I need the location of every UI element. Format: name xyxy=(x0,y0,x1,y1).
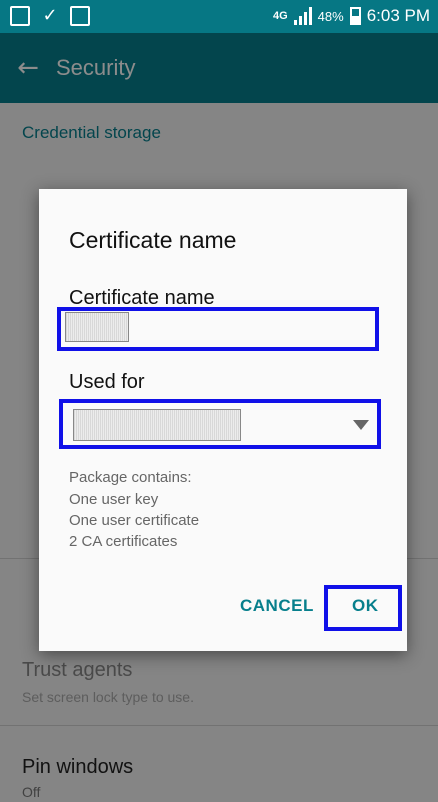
battery-icon xyxy=(349,7,361,25)
used-for-select[interactable] xyxy=(73,409,241,441)
clock: 6:03 PM xyxy=(366,6,430,25)
used-for-label: Used for xyxy=(69,371,145,393)
battery-percent: 48% xyxy=(317,8,344,24)
signal-icon xyxy=(293,7,312,25)
package-contains-heading: Package contains: xyxy=(69,469,192,486)
certificate-name-input[interactable] xyxy=(65,312,129,342)
app-icon xyxy=(70,6,90,26)
image-icon xyxy=(10,6,30,26)
dropdown-arrow-icon[interactable] xyxy=(353,420,369,430)
dialog-title: Certificate name xyxy=(69,227,237,253)
status-bar: ✓ 4G 48% 6:03 PM xyxy=(0,0,438,33)
status-indicators: 4G 48% 6:03 PM xyxy=(273,6,430,26)
notification-icons: ✓ xyxy=(10,6,90,26)
ok-button[interactable]: OK xyxy=(352,596,379,616)
package-item: 2 CA certificates xyxy=(69,533,178,550)
package-item: One user key xyxy=(69,491,159,508)
network-type: 4G xyxy=(272,9,288,22)
package-item: One user certificate xyxy=(69,512,200,529)
download-done-icon: ✓ xyxy=(42,5,58,26)
cancel-button[interactable]: CANCEL xyxy=(240,596,314,616)
certificate-name-dialog: Certificate name Certificate name Used f… xyxy=(39,189,407,651)
